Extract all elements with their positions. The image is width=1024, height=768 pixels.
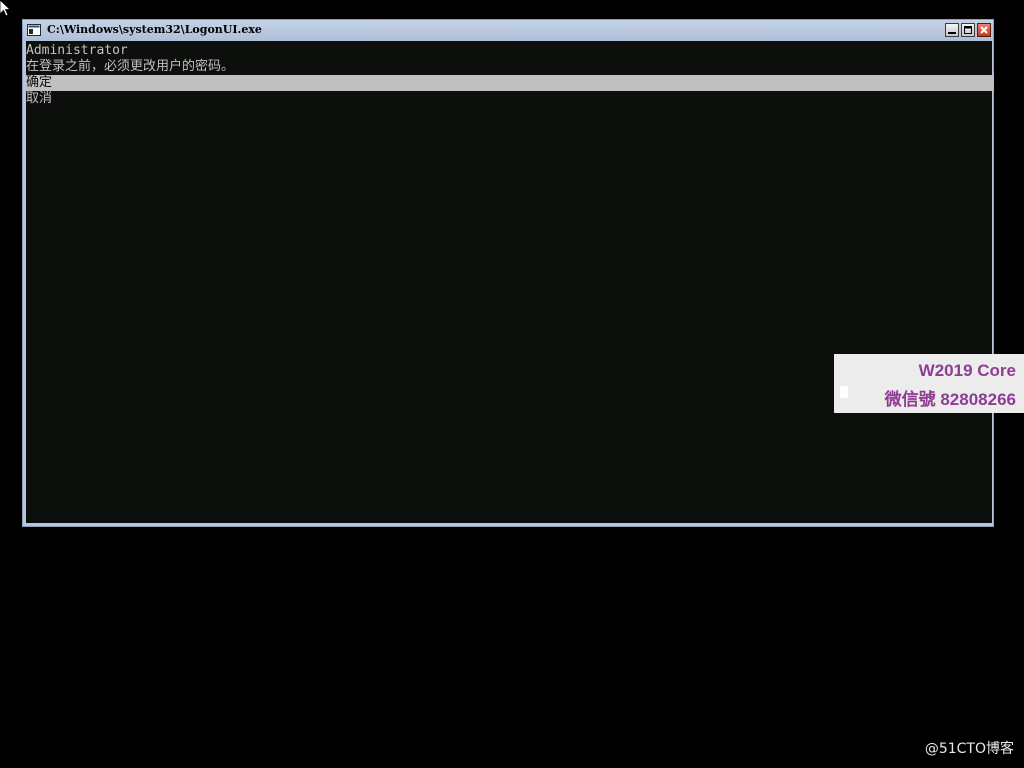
overlay-contact: 微信號 82808266: [884, 390, 1016, 409]
close-icon: [980, 26, 988, 34]
minimize-button[interactable]: [945, 23, 959, 37]
maximize-button[interactable]: [961, 23, 975, 37]
desktop: C:\Windows\system32\LogonUI.exe Administ…: [0, 0, 1024, 768]
mouse-pointer-icon: [0, 0, 12, 17]
logonui-console-window[interactable]: C:\Windows\system32\LogonUI.exe Administ…: [22, 19, 994, 527]
console-line-username: Administrator: [26, 43, 128, 58]
console-area[interactable]: Administrator 在登录之前，必须更改用户的密码。 确定 取消: [26, 41, 994, 523]
video-overlay-label: W2019 Core 微信號 82808266: [834, 354, 1024, 413]
window-titlebar[interactable]: C:\Windows\system32\LogonUI.exe: [23, 20, 993, 41]
overlay-square: [840, 386, 848, 398]
console-line-message: 在登录之前，必须更改用户的密码。: [26, 59, 235, 74]
minimize-icon: [948, 32, 956, 34]
cancel-option[interactable]: 取消: [26, 91, 52, 107]
window-title: C:\Windows\system32\LogonUI.exe: [47, 23, 262, 36]
close-button[interactable]: [977, 23, 991, 37]
ok-option[interactable]: 确定: [26, 75, 994, 91]
overlay-title: W2019 Core: [918, 361, 1016, 380]
maximize-icon: [964, 26, 972, 34]
site-watermark: @51CTO博客: [924, 741, 1014, 757]
console-window-icon: [27, 24, 41, 36]
